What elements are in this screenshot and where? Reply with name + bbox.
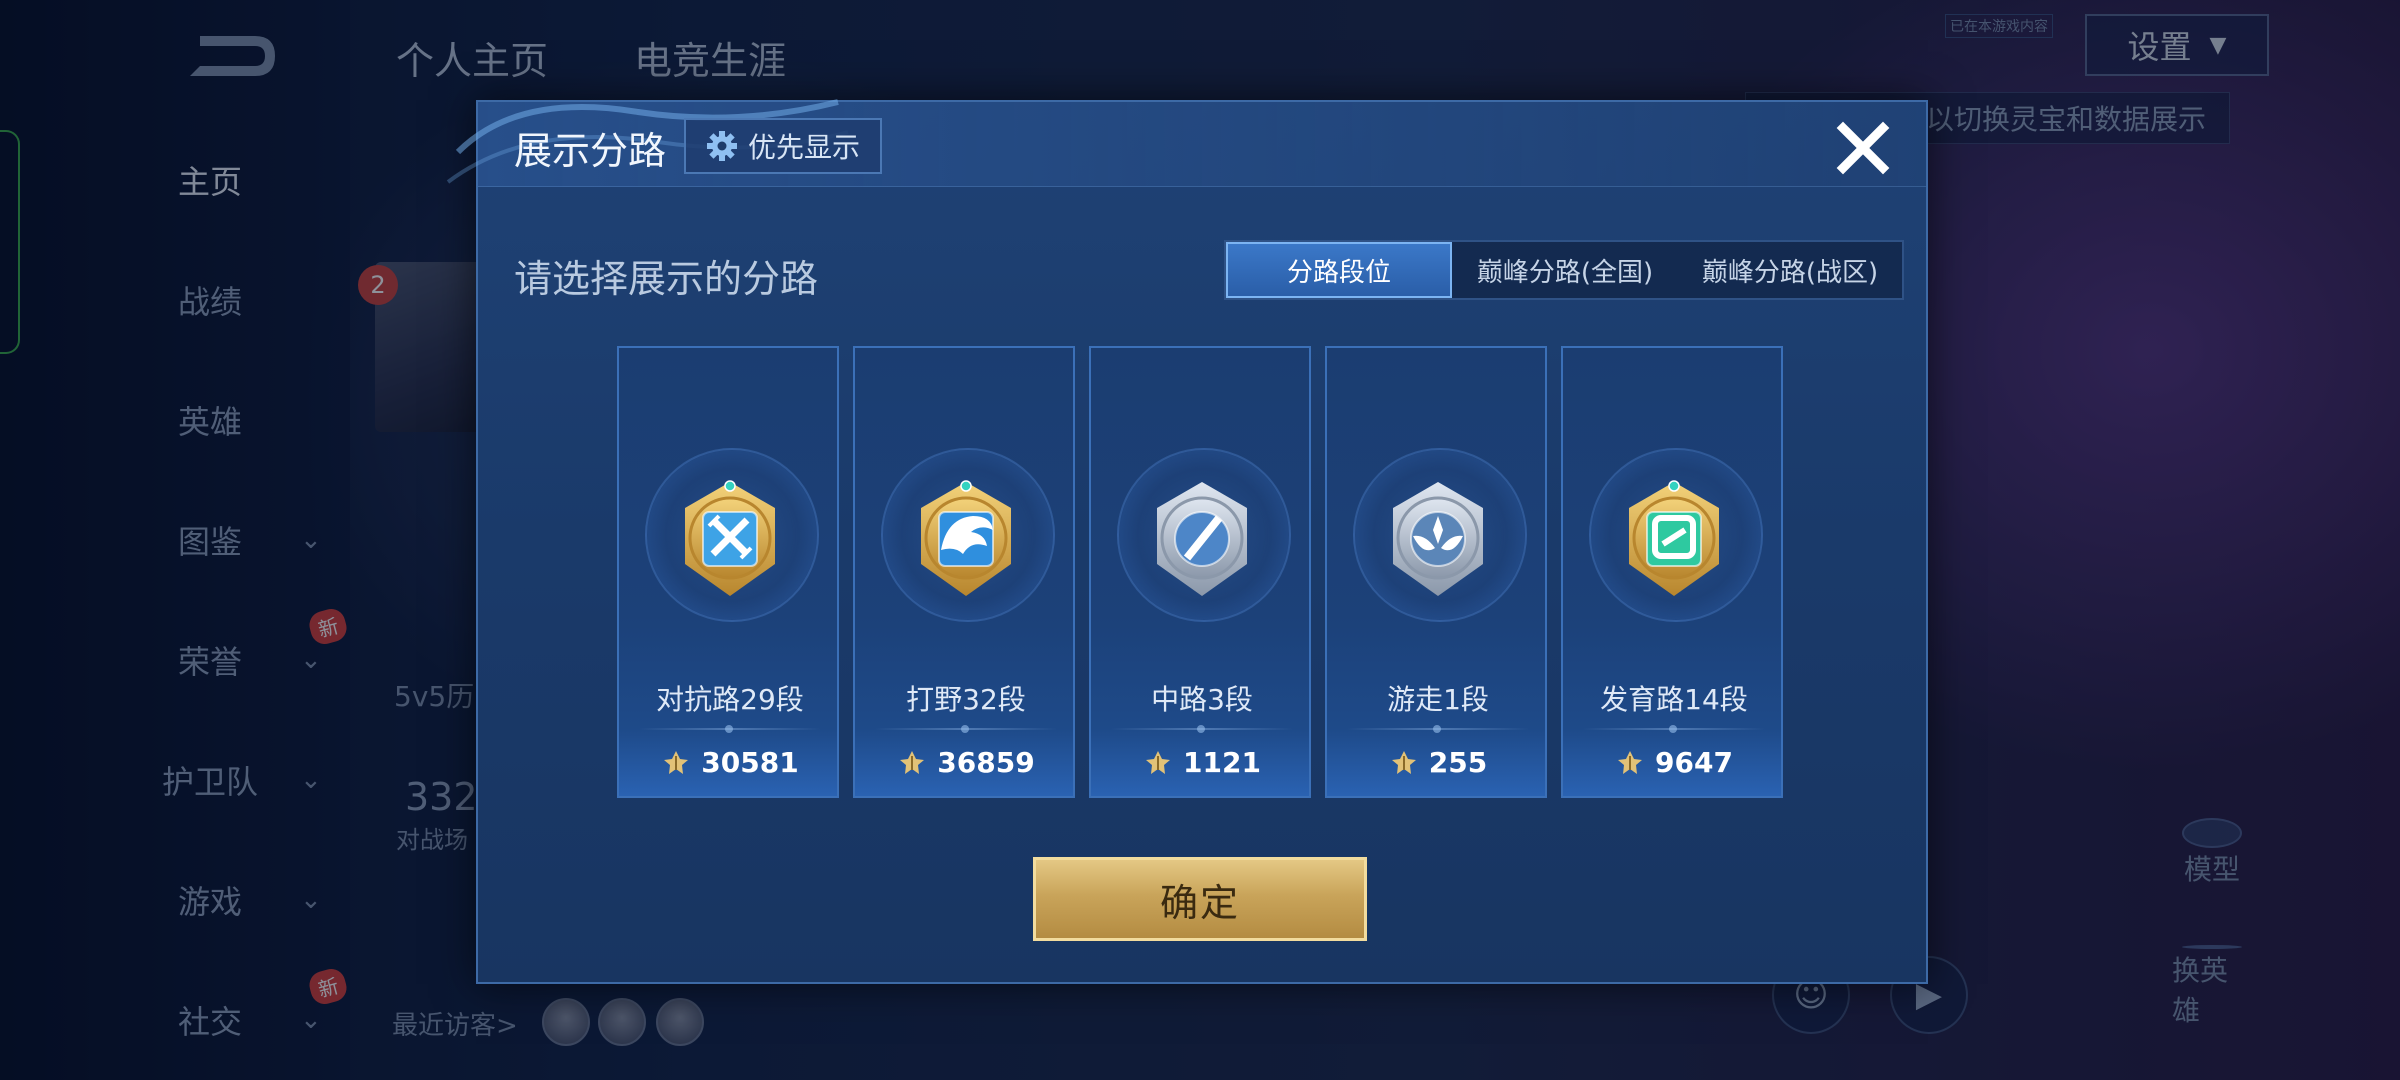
lane-score: 1121 — [1091, 746, 1313, 779]
lane-score: 255 — [1327, 746, 1549, 779]
battle-points-icon — [664, 750, 689, 774]
tab-peak-national[interactable]: 巅峰分路(全国) — [1452, 242, 1678, 298]
tab-peak-region[interactable]: 巅峰分路(战区) — [1678, 242, 1902, 298]
battle-points-icon — [1618, 750, 1643, 774]
lane-score: 30581 — [619, 746, 841, 779]
priority-display-button[interactable]: 优先显示 — [684, 118, 882, 174]
lane-score: 36859 — [855, 746, 1077, 779]
mid-lane-badge-icon — [1157, 482, 1247, 596]
clash-lane-badge-icon — [685, 480, 775, 596]
roam-badge-icon — [1393, 482, 1483, 596]
divider — [639, 725, 821, 733]
lane-score-value: 255 — [1428, 746, 1488, 779]
lane-score: 9647 — [1563, 746, 1785, 779]
divider — [875, 725, 1057, 733]
jungle-badge-icon — [921, 480, 1011, 596]
lane-rank-label: 对抗路29段 — [656, 683, 804, 716]
lane-card[interactable]: 发育路14段 9647 — [1561, 346, 1783, 798]
lane-rank-label: 打野32段 — [906, 683, 1026, 716]
lane-card[interactable]: 打野32段 36859 — [853, 346, 1075, 798]
gear-icon — [706, 131, 737, 161]
lane-rank-label: 中路3段 — [1151, 683, 1253, 716]
farm-lane-badge-icon — [1629, 480, 1719, 596]
select-lane-prompt: 请选择展示的分路 — [514, 257, 819, 301]
lane-rank-label: 游走1段 — [1387, 683, 1489, 716]
lane-type-tabs: 分路段位 巅峰分路(全国) 巅峰分路(战区) — [1224, 240, 1904, 300]
divider — [1583, 725, 1765, 733]
lane-score-value: 9647 — [1655, 746, 1733, 779]
dialog-title: 展示分路 — [514, 129, 667, 173]
battle-points-icon — [900, 750, 925, 774]
lane-card[interactable]: 对抗路29段 30581 — [617, 346, 839, 798]
lane-card[interactable]: 游走1段 255 — [1325, 346, 1547, 798]
confirm-button[interactable]: 确定 — [1033, 857, 1367, 941]
lane-card[interactable]: 中路3段 1121 — [1089, 346, 1311, 798]
lane-score-value: 30581 — [701, 746, 799, 779]
battle-points-icon — [1391, 750, 1416, 774]
divider — [1347, 725, 1529, 733]
priority-display-label: 优先显示 — [747, 131, 860, 164]
divider — [1111, 725, 1293, 733]
close-icon[interactable] — [1833, 118, 1893, 178]
display-lane-dialog: 展示分路 优先显示 请选择展示的分路 分路段位 巅峰分路(全国) 巅峰分路(战区… — [446, 99, 1928, 984]
tab-lane-rank[interactable]: 分路段位 — [1226, 242, 1452, 298]
lane-score-value: 36859 — [937, 746, 1035, 779]
lane-card-list: 对抗路29段 30581 打野32段 36859 中路3段 1121 游走1段 255 发育路1… — [617, 346, 1787, 798]
lane-score-value: 1121 — [1183, 746, 1261, 779]
lane-rank-label: 发育路14段 — [1600, 683, 1748, 716]
battle-points-icon — [1146, 750, 1171, 774]
